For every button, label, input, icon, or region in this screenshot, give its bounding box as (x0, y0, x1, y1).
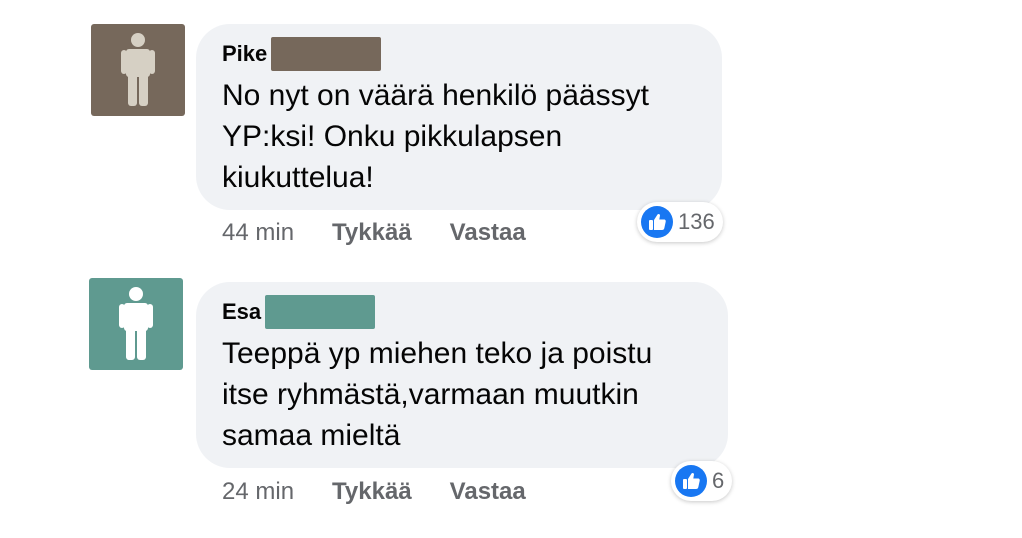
thumbs-up-icon (675, 465, 707, 497)
comment-bubble: Esa Teeppä yp miehen teko ja poistu itse… (196, 282, 728, 468)
comment-line: samaa mieltä (222, 419, 401, 452)
reaction-count-badge[interactable]: 6 (671, 461, 733, 501)
timestamp[interactable]: 24 min (222, 478, 294, 506)
comment-line: Teeppä yp miehen teko ja poistu (222, 337, 653, 370)
reaction-count: 6 (712, 468, 725, 493)
comment-text: Teeppä yp miehen teko ja poistu itse ryh… (222, 333, 702, 456)
comment-meta: 24 min Tykkää Vastaa (222, 478, 526, 506)
redacted-surname (265, 295, 376, 329)
reply-button[interactable]: Vastaa (450, 478, 526, 506)
comment: Esa Teeppä yp miehen teko ja poistu itse… (0, 0, 1022, 505)
like-button[interactable]: Tykkää (332, 478, 412, 506)
comment-line: itse ryhmästä,varmaan muutkin (222, 378, 639, 411)
avatar[interactable] (89, 278, 183, 370)
author-name[interactable]: Esa (222, 299, 261, 325)
person-silhouette-icon (119, 287, 153, 360)
